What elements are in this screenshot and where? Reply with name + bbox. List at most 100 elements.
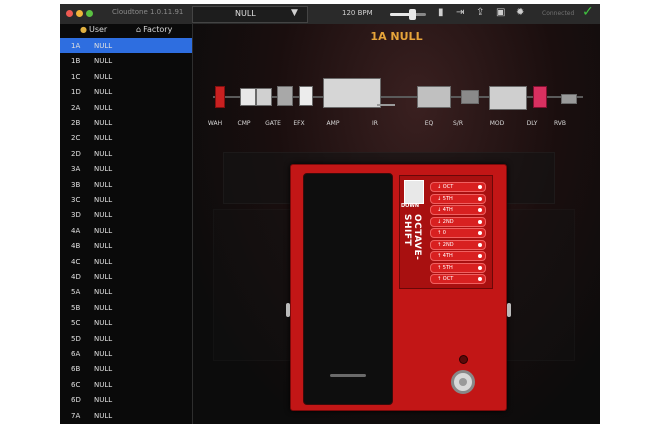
gear-icon[interactable]: ✹ [516, 7, 524, 19]
tempo-slider[interactable] [390, 9, 426, 20]
save-icon[interactable]: ▣ [496, 7, 505, 19]
list-item[interactable]: 3C NULL [60, 192, 192, 207]
patch-id: 4D [71, 273, 81, 281]
close-window-button[interactable] [66, 10, 73, 17]
efx-block[interactable] [299, 86, 313, 106]
maximize-window-button[interactable] [86, 10, 93, 17]
list-item[interactable]: 1C NULL [60, 69, 192, 84]
patch-id: 4B [71, 242, 81, 251]
tempo-slider-handle[interactable] [408, 9, 416, 20]
pitch-option-label: ↑ 4TH [437, 253, 453, 259]
cmp-block[interactable] [240, 88, 256, 106]
list-item[interactable]: 2B NULL [60, 115, 192, 130]
patch-id: 6B [71, 365, 81, 374]
patch-sidebar: ● User ⌂ Factory 1A NULL 1B NULL 1C NULL 1D NULL 2… [60, 24, 193, 424]
list-item[interactable]: 4D NULL [60, 269, 192, 284]
tab-user[interactable]: ● User [80, 25, 107, 34]
user-icon: ● [80, 25, 87, 34]
pitch-option[interactable]: ↓ OCT [430, 182, 486, 192]
list-item[interactable]: 2D NULL [60, 146, 192, 161]
patch-name: NULL [94, 103, 113, 112]
pitch-option[interactable]: ↑ 2ND [430, 239, 486, 250]
minimize-window-button[interactable] [76, 10, 83, 17]
list-item[interactable]: 6B NULL [60, 361, 192, 376]
patch-name: NULL [94, 119, 113, 127]
pitch-option[interactable]: ↓ 4TH [430, 205, 486, 215]
list-item[interactable]: 5A NULL [60, 284, 192, 299]
list-item[interactable]: 3D NULL [60, 207, 192, 222]
sidebar-tabs: ● User ⌂ Factory [60, 24, 192, 38]
mod-block[interactable] [489, 86, 527, 110]
sr-block[interactable] [461, 90, 479, 104]
export-icon[interactable]: ⇪ [476, 7, 484, 19]
list-item[interactable]: 2A NULL [60, 100, 192, 115]
patch-id: 4C [71, 257, 81, 266]
list-item[interactable]: 3A NULL [60, 161, 192, 176]
ir-block[interactable] [377, 92, 395, 106]
chain-label: IR [372, 120, 378, 127]
pedal-right-nub [507, 303, 511, 317]
list-item[interactable]: 3B NULL [60, 177, 192, 192]
list-item[interactable]: 6A NULL [60, 346, 192, 361]
patch-id: 1B [71, 57, 81, 66]
gate-block[interactable] [277, 86, 293, 106]
patch-name: NULL [94, 42, 113, 50]
patch-id: 2A [71, 103, 81, 112]
patch-name: NULL [94, 180, 113, 189]
list-item[interactable]: 6D NULL [60, 392, 192, 407]
patch-id: 3B [71, 180, 81, 189]
rvb-block[interactable] [561, 94, 577, 104]
down-switch-icon[interactable] [404, 180, 424, 204]
pitch-option-label: ↓ 4TH [437, 207, 453, 213]
patch-name: NULL [94, 350, 113, 358]
patch-name: NULL [94, 303, 113, 312]
pitch-option[interactable]: ↑ 4TH [430, 251, 486, 261]
list-item[interactable]: 4A NULL [60, 223, 192, 238]
check-icon: ✓ [582, 4, 594, 20]
wah-block[interactable] [215, 86, 225, 108]
expression-treadle[interactable] [303, 173, 393, 405]
list-item[interactable]: 2C NULL [60, 130, 192, 145]
pedal-panel: DOWN OCTAVE-SHIFT ↓ OCT ↓ 5TH ↓ 4TH ↓ 2ND ↑ … [399, 175, 493, 289]
cmp-block-b[interactable] [256, 88, 272, 106]
tab-factory[interactable]: ⌂ Factory [136, 25, 172, 34]
patch-name: NULL [94, 288, 113, 297]
radio-dot-icon [478, 277, 482, 281]
pitch-option[interactable]: ↑ OCT [430, 274, 486, 284]
patch-name: NULL [94, 226, 113, 235]
pitch-option[interactable]: ↓ 2ND [430, 216, 486, 227]
list-item[interactable]: 1D NULL [60, 84, 192, 99]
import-icon[interactable]: ⇥ [456, 7, 464, 19]
list-item[interactable]: 5B NULL [60, 300, 192, 315]
list-item[interactable]: 4C NULL [60, 254, 192, 269]
chain-label: EFX [293, 120, 305, 127]
main-editor: 1A NULL WAH CMP GATE EFX AMP IR EQ S/R MOD DLY RVB [193, 24, 600, 424]
patch-id: 5D [71, 334, 81, 343]
dly-block[interactable] [533, 86, 547, 108]
patch-id: 3D [71, 211, 81, 220]
down-label: DOWN [401, 203, 420, 209]
radio-dot-icon [478, 231, 482, 235]
tap-tempo-icon[interactable]: ▮ [438, 7, 444, 19]
pitch-option[interactable]: ↑ 0 [430, 228, 486, 238]
preset-selector[interactable]: NULL ▼ [192, 6, 308, 23]
list-item[interactable]: 4B NULL [60, 238, 192, 253]
chain-label: AMP [326, 120, 340, 127]
list-item[interactable]: 5C NULL [60, 315, 192, 330]
list-item[interactable]: 7A NULL [60, 408, 192, 423]
patch-id: 5A [71, 288, 81, 297]
patch-name: NULL [94, 380, 113, 389]
eq-block[interactable] [417, 86, 451, 108]
preset-title: 1A NULL [370, 30, 423, 43]
pitch-option[interactable]: ↓ 5TH [430, 193, 486, 204]
pitch-option[interactable]: ↑ 5TH [430, 262, 486, 273]
tab-user-label: User [88, 25, 108, 34]
bpm-readout[interactable]: 120 BPM [342, 9, 373, 17]
footswitch-button[interactable] [451, 370, 475, 394]
amp-block[interactable] [323, 78, 381, 108]
list-item[interactable]: 6C NULL [60, 377, 192, 392]
list-item[interactable]: 1A NULL [60, 38, 192, 53]
list-item[interactable]: 5D NULL [60, 331, 192, 346]
list-item[interactable]: 1B NULL [60, 53, 192, 68]
pedal-name: OCTAVE-SHIFT [402, 214, 422, 261]
